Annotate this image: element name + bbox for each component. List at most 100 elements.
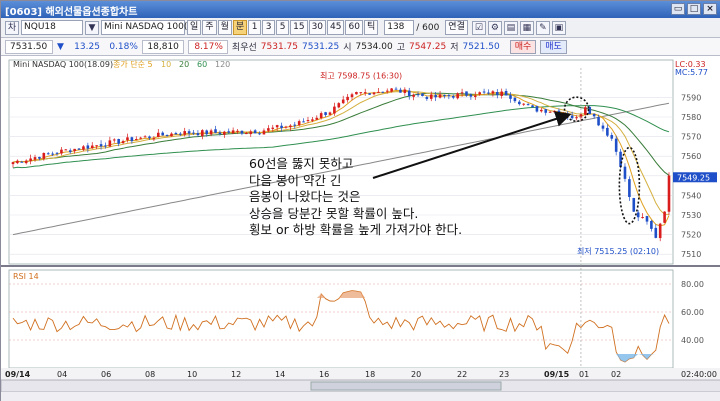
candle-body-100 xyxy=(451,96,455,98)
legend-main: Mini NASDAQ 100(18.09) xyxy=(13,60,113,69)
y-tick-0: 7590 xyxy=(681,93,701,102)
candle-body-34 xyxy=(161,132,164,136)
candle-body-35 xyxy=(165,134,169,137)
candle-body-142 xyxy=(636,212,640,218)
minimize-button[interactable]: ▭ xyxy=(671,3,685,15)
candle-body-28 xyxy=(134,139,138,141)
checkbox-icon[interactable]: ☑ xyxy=(471,20,486,35)
settings-icon[interactable]: ⚙ xyxy=(487,20,502,35)
best-price-2: 7531.25 xyxy=(301,41,340,52)
candle-body-88 xyxy=(399,89,402,93)
x-label-10: 22 xyxy=(457,370,467,379)
period-button-0[interactable]: 일 xyxy=(187,20,202,35)
count-total: / 600 xyxy=(416,22,440,33)
candle-body-99 xyxy=(447,95,451,97)
candle-body-108 xyxy=(487,92,490,94)
x-label-13: 01 xyxy=(579,370,589,379)
candle-body-96 xyxy=(434,95,437,98)
period-button-9[interactable]: 45 xyxy=(327,20,345,35)
candle-body-127 xyxy=(570,115,574,119)
candle-body-61 xyxy=(280,125,283,129)
candle-body-38 xyxy=(179,133,182,135)
grid-icon[interactable]: ▦ xyxy=(519,20,534,35)
period-button-1[interactable]: 주 xyxy=(202,20,217,35)
scrollbar-thumb xyxy=(310,381,502,391)
candle-body-92 xyxy=(416,94,420,96)
candle-body-59 xyxy=(271,127,275,129)
period-button-8[interactable]: 30 xyxy=(308,20,327,35)
high-annotation: 최고 7598.75 (16:30) xyxy=(320,70,402,80)
candle-body-10 xyxy=(55,152,59,154)
candle-body-113 xyxy=(509,95,512,99)
period-button-11[interactable]: 틱 xyxy=(363,20,379,35)
candle-body-133 xyxy=(597,117,600,126)
period-buttons: 일 주 월 분 1 3 5 15 30 45 60 틱 xyxy=(187,20,379,35)
candle-body-7 xyxy=(42,152,46,159)
period-button-10[interactable]: 60 xyxy=(345,20,363,35)
candle-body-50 xyxy=(231,130,235,134)
period-button-4[interactable]: 1 xyxy=(248,20,262,35)
chart-icon[interactable]: 차 xyxy=(5,20,19,35)
price-change: 13.25 xyxy=(74,41,100,52)
candle-body-93 xyxy=(421,93,424,97)
candle-body-111 xyxy=(500,91,503,96)
candle-body-21 xyxy=(104,145,107,147)
candle-body-63 xyxy=(289,125,292,128)
down-arrow-icon: ▼ xyxy=(57,41,64,52)
status-strip xyxy=(1,392,720,401)
candle-body-140 xyxy=(628,179,631,197)
x-label-3: 08 xyxy=(145,370,155,379)
candle-body-116 xyxy=(522,103,526,105)
candle-body-62 xyxy=(284,126,288,128)
candle-body-104 xyxy=(469,94,473,97)
period-button-6[interactable]: 5 xyxy=(276,20,290,35)
candle-body-20 xyxy=(99,144,103,147)
candle-body-90 xyxy=(407,90,411,96)
rsi-title: RSI 14 xyxy=(13,272,39,281)
legend-item-4: 60 xyxy=(197,60,207,69)
candle-body-82 xyxy=(372,92,376,95)
y-tick-1: 7580 xyxy=(681,113,701,122)
candle-body-55 xyxy=(253,130,257,134)
candle-body-76 xyxy=(346,96,349,101)
search-icon[interactable]: ▼ xyxy=(85,20,99,35)
candle-body-121 xyxy=(544,109,548,113)
link-button[interactable]: 연결 xyxy=(445,20,468,35)
buy-button[interactable]: 매수 xyxy=(509,39,537,54)
candle-body-141 xyxy=(632,197,636,212)
symbol-input[interactable]: NQU18 xyxy=(21,20,83,35)
candle-body-44 xyxy=(205,130,209,135)
candle-body-79 xyxy=(359,92,363,94)
pen-icon[interactable]: ✎ xyxy=(535,20,550,35)
candle-body-49 xyxy=(227,131,231,133)
best-price: 7531.75 xyxy=(260,41,298,52)
rsi-tick-0: 80.00 xyxy=(681,280,704,289)
candle-body-54 xyxy=(249,131,253,135)
candle-body-83 xyxy=(377,91,380,93)
candle-body-102 xyxy=(460,92,464,94)
low-annotation: 최저 7515.25 (02:10) xyxy=(577,246,659,256)
candle-body-48 xyxy=(223,131,226,135)
candle-body-40 xyxy=(187,131,191,134)
candle-body-53 xyxy=(245,132,248,135)
sell-button[interactable]: 매도 xyxy=(540,39,567,54)
volume-pct: 8.17% xyxy=(187,39,228,54)
candle-body-71 xyxy=(324,112,327,115)
candle-body-5 xyxy=(33,157,37,160)
period-button-7[interactable]: 15 xyxy=(290,20,308,35)
period-button-2[interactable]: 월 xyxy=(217,20,232,35)
candle-body-146 xyxy=(654,227,658,238)
panel-icon[interactable]: ▣ xyxy=(551,20,566,35)
period-button-5[interactable]: 3 xyxy=(262,20,276,35)
x-label-5: 12 xyxy=(231,370,241,379)
close-button[interactable]: × xyxy=(703,3,717,15)
list-icon[interactable]: ▤ xyxy=(503,20,518,35)
y-tick-7: 7520 xyxy=(681,231,701,240)
period-button-3[interactable]: 분 xyxy=(232,20,248,35)
maximize-button[interactable]: □ xyxy=(687,3,701,15)
y-tick-3: 7560 xyxy=(681,152,701,161)
candle-body-17 xyxy=(86,145,90,149)
count-input[interactable]: 138 xyxy=(384,20,415,35)
window-title: [0603] 해외선물옵션종합차트 xyxy=(5,7,138,18)
candle-body-29 xyxy=(139,137,142,139)
